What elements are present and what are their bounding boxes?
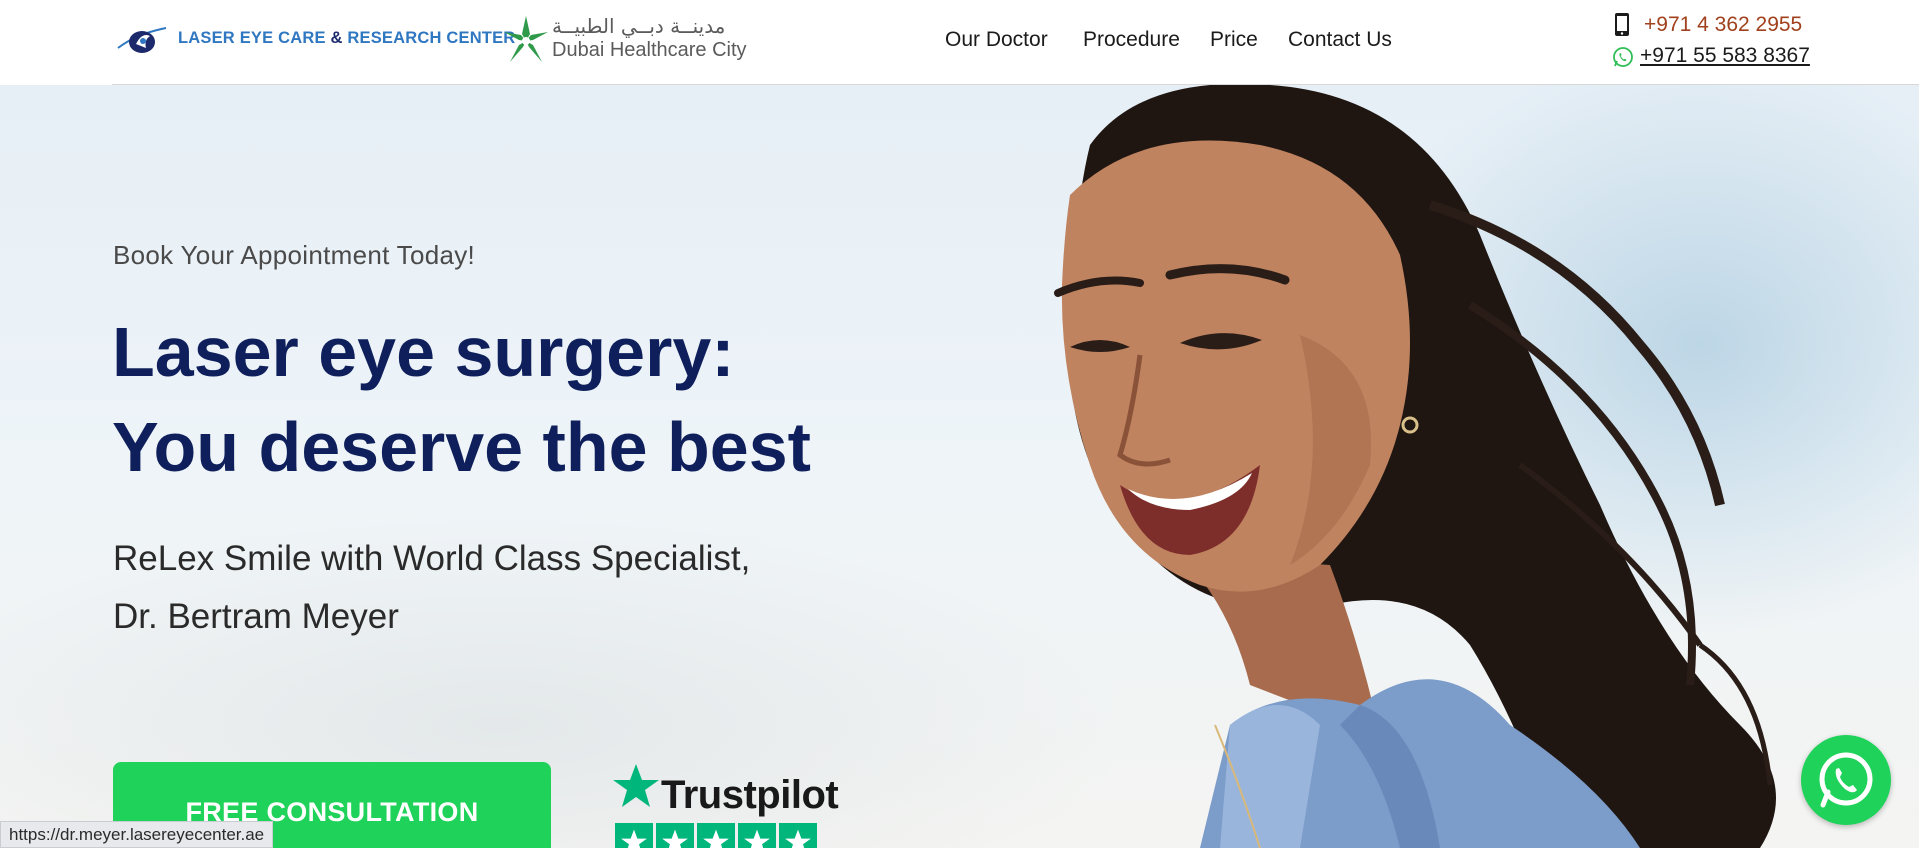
trustpilot-wordmark[interactable]: Trustpilot (661, 773, 839, 818)
whatsapp-link[interactable]: +971 55 583 8367 (1640, 44, 1810, 68)
rating-star (615, 823, 653, 848)
smiling-woman-photo (1054, 85, 1776, 848)
whatsapp-float-icon (1819, 752, 1873, 808)
whatsapp-icon (1613, 47, 1633, 67)
status-bar-url: https://dr.meyer.lasereyecenter.ae (0, 821, 274, 848)
hero-eyebrow: Book Your Appointment Today! (113, 240, 476, 270)
partner-name-arabic: مدينــة دبــي الطبيــة (552, 14, 726, 38)
laser-eye-logo-icon[interactable] (116, 22, 168, 58)
trustpilot-star-icon (613, 764, 659, 807)
whatsapp-float-button[interactable] (1801, 735, 1891, 825)
nav-contact-us[interactable]: Contact Us (1288, 28, 1392, 52)
nav-procedure[interactable]: Procedure (1083, 28, 1180, 52)
partner-name-english: Dubai Healthcare City (552, 39, 747, 61)
site-header: LASER EYE CARE & RESEARCH CENTER مدينــة… (0, 0, 1919, 85)
hero-headline: Laser eye surgery: You deserve the best (112, 313, 811, 486)
nav-our-doctor[interactable]: Our Doctor (945, 28, 1048, 52)
trustpilot-rating-stars (615, 823, 820, 848)
rating-star (656, 823, 694, 848)
brand-name[interactable]: LASER EYE CARE & RESEARCH CENTER (178, 29, 515, 48)
hero-subheadline: ReLex Smile with World Class Specialist,… (113, 539, 751, 636)
mobile-phone-icon (1615, 13, 1629, 36)
phone-link[interactable]: +971 4 362 2955 (1644, 13, 1802, 37)
dhc-star-logo-icon (504, 16, 548, 62)
hero-section: Book Your Appointment Today! Laser eye s… (0, 85, 1919, 848)
nav-price[interactable]: Price (1210, 28, 1258, 52)
rating-star (738, 823, 776, 848)
rating-star (779, 823, 817, 848)
rating-star (697, 823, 735, 848)
